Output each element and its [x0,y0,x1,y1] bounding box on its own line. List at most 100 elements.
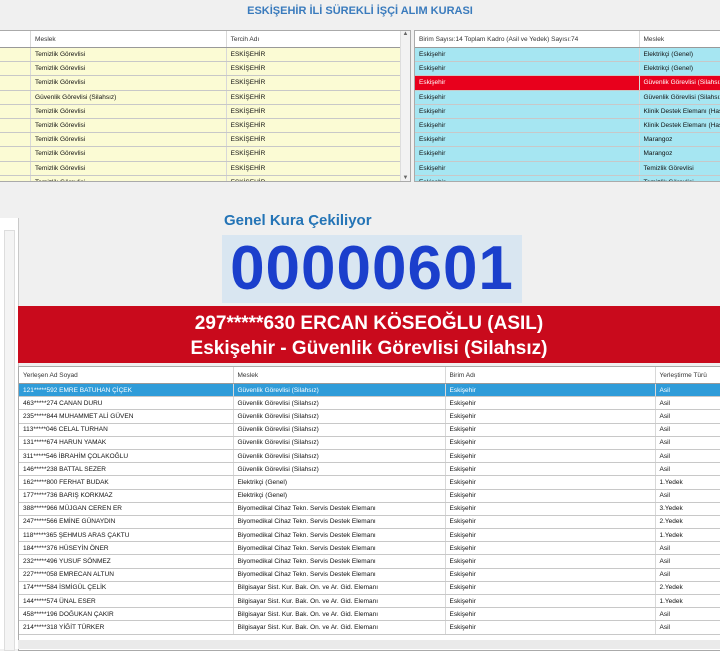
scroll-up-icon[interactable]: ▲ [401,31,410,37]
table-cell: Asil [655,396,720,411]
row-header-cell[interactable] [0,146,32,162]
table-row[interactable]: Temizlik GörevlisiESKİŞEHİR [0,146,410,162]
table-cell: Eskişehir [445,581,656,596]
table-row[interactable]: 162*****800 FERHAT BUDAK Elektrikçi (Gene… [19,475,720,490]
table-row[interactable]: Eskişehir Marangoz [415,132,720,148]
vertical-scrollbar[interactable] [4,230,15,651]
column-header-birim-adi[interactable]: Birim Adı [445,367,656,384]
table-row[interactable]: 235*****844 MUHAMMET ALİ GÜVEN Güvenlik G… [19,409,720,424]
table-row[interactable]: Temizlik GörevlisiESKİŞEHİR [0,75,410,91]
table-row[interactable]: 463*****274 CANAN DURU Güvenlik Görevlisi… [19,396,720,411]
table-row[interactable]: Güvenlik Görevlisi (Silahsız) ESKİŞEHİR [0,90,410,105]
column-header-meslek[interactable]: Meslek [639,31,720,48]
table-cell: Eskişehir [445,528,656,543]
table-cell: Güvenlik Görevlisi (Silahsız) [233,423,446,437]
table-cell: 162*****800 FERHAT BUDAK [19,475,234,490]
table-cell: Asil [655,462,720,477]
table-row[interactable]: Temizlik GörevlisiESKİŞEHİR [0,175,410,181]
table-cell: Asil [655,489,720,503]
table-row[interactable]: EskişehirTemizlik Görevlisi [415,175,720,181]
table-row[interactable]: Eskişehir Güvenlik Görevlisi (Silahsız) [415,75,720,91]
column-header-meslek[interactable]: Meslek [233,367,446,384]
table-row[interactable]: EskişehirTemizlik Görevlisi [415,161,720,176]
table-row[interactable]: 388*****966 MÜJGAN CEREN ER Biyomedikal C… [19,502,720,516]
row-header-cell[interactable] [0,175,32,181]
table-row[interactable]: 144*****574 ÜNAL ESER Bilgisayar Sist. Ku… [19,594,720,609]
table-row[interactable]: 227*****058 EMRECAN ALTUN Biyomedikal Cih… [19,568,720,582]
table-row[interactable]: Temizlik GörevlisiESKİŞEHİR [0,47,410,63]
table-cell: 227*****058 EMRECAN ALTUN [19,568,234,582]
table-row[interactable]: Eskişehir Elektrikçi (Genel) [415,47,720,63]
table-row[interactable]: Eskişehir Klinik Destek Elemanı (Hasta [415,118,720,134]
table-row[interactable]: Temizlik GörevlisiESKİŞEHİR [0,61,410,77]
table-row[interactable]: 146*****238 BATTAL SEZER Güvenlik Görevli… [19,462,720,477]
table-cell: Bilgisayar Sist. Kur. Bak. On. ve Ar. Gi… [233,607,446,622]
table-cell: Temizlik Görevlisi [30,61,227,77]
table-cell: Temizlik Görevlisi [30,161,227,176]
birim-grid[interactable]: Birim Sayısı:14 Toplam Kadro (Asil ve Ye… [414,30,720,182]
table-row[interactable]: 247*****566 EMİNE GÜNAYDIN Biyomedikal Ci… [19,515,720,530]
table-row[interactable]: Temizlik GörevlisiESKİŞEHİR [0,118,410,134]
table-cell: Asil [655,554,720,569]
table-row[interactable]: Eskişehir Elektrikçi (Genel) [415,61,720,77]
table-cell: Bilgisayar Sist. Kur. Bak. On. ve Ar. Gi… [233,620,446,635]
table-row[interactable]: 113*****046 CELAL TURHAN Güvenlik Görevli… [19,423,720,437]
table-cell: Marangoz [639,146,720,162]
table-cell: Güvenlik Görevlisi (Silahsız) [233,449,446,464]
table-row[interactable]: Temizlik GörevlisiESKİŞEHİR [0,161,410,176]
table-row[interactable]: 232*****496 YUSUF SÖNMEZ Biyomedikal Ciha… [19,554,720,569]
table-cell: Eskişehir [415,175,640,181]
table-row[interactable]: 177*****736 BARIŞ KORKMAZ Elektrikçi (Gen… [19,489,720,503]
table-cell: Eskişehir [445,462,656,477]
table-cell: 1.Yedek [655,528,720,543]
table-row[interactable]: 184*****376 HÜSEYİN ÖNER Biyomedikal Ciha… [19,541,720,556]
placement-grid[interactable]: Yerleşen Ad Soyad Meslek Birim Adı Yerle… [18,366,720,651]
table-cell: Eskişehir [445,515,656,530]
horizontal-scrollbar[interactable] [18,640,720,649]
table-cell: Biyomedikal Cihaz Tekn. Servis Destek El… [233,541,446,556]
table-cell: Temizlik Görevlisi [30,146,227,162]
vertical-scrollbar[interactable]: ▲ ▼ [400,31,410,181]
column-header-meslek[interactable]: Meslek [30,31,227,48]
table-cell: Eskişehir [415,90,640,105]
table-cell: ESKİŞEHİR [226,75,410,91]
table-row[interactable]: Temizlik GörevlisiESKİŞEHİR [0,104,410,119]
column-header-ad-soyad[interactable]: Yerleşen Ad Soyad [19,367,234,384]
column-header-tercih-adi[interactable]: Tercih Adı [226,31,410,48]
table-row[interactable]: 458*****196 DOĞUKAN ÇAKIR Bilgisayar Sist… [19,607,720,622]
table-cell: 2.Yedek [655,581,720,596]
table-row[interactable]: 118*****365 ŞEHMUS ARAS ÇAKTU Biyomedikal… [19,528,720,543]
table-row[interactable]: 311*****546 İBRAHİM ÇOLAKOĞLU Güvenlik Gö… [19,449,720,464]
row-header-cell[interactable] [0,161,32,176]
table-cell: Temizlik Görevlisi [30,47,227,63]
table-row[interactable]: Eskişehir Klinik Destek Elemanı (Hasta [415,104,720,119]
row-header-cell[interactable] [0,118,32,134]
table-cell: Eskişehir [445,383,656,398]
table-row[interactable]: 214*****318 YİĞİT TÜRKER Bilgisayar Sist.… [19,620,720,635]
table-row[interactable]: 131*****674 HARUN YAMAK Güvenlik Görevlis… [19,436,720,450]
table-cell: 311*****546 İBRAHİM ÇOLAKOĞLU [19,449,234,464]
table-row[interactable]: Eskişehir Güvenlik Görevlisi (Silahsız) [415,90,720,105]
table-row[interactable]: Eskişehir Marangoz [415,146,720,162]
table-row[interactable]: 121*****592 EMRE BATUHAN ÇİÇEK Güvenlik G… [19,383,720,398]
table-row[interactable]: 174*****584 İSMİGÜL ÇELİK Bilgisayar Sist… [19,581,720,596]
table-cell: Güvenlik Görevlisi (Silahsız) [233,396,446,411]
column-header-birim[interactable]: Birim Sayısı:14 Toplam Kadro (Asil ve Ye… [415,31,640,48]
row-header-cell[interactable] [0,104,32,119]
scroll-down-icon[interactable]: ▼ [401,175,410,181]
table-cell: Elektrikçi (Genel) [639,47,720,63]
row-header-cell[interactable] [0,90,32,105]
draw-status-label: Genel Kura Çekiliyor [224,212,372,229]
table-cell: Eskişehir [415,61,640,77]
row-header-cell[interactable] [0,75,32,91]
row-header-cell[interactable] [0,47,32,63]
table-cell: 177*****736 BARIŞ KORKMAZ [19,489,234,503]
tercih-grid[interactable]: Meslek Tercih Adı Temizlik Görevlisi ESKİ… [0,30,411,182]
table-cell: Güvenlik Görevlisi (Silahsız) [639,75,720,91]
row-header-cell[interactable] [0,132,32,148]
table-cell: Temizlik Görevlisi [30,175,227,181]
row-header-cell[interactable] [0,61,32,77]
table-cell: Eskişehir [445,568,656,582]
table-row[interactable]: Temizlik GörevlisiESKİŞEHİR [0,132,410,148]
column-header-yerlestirme-turu[interactable]: Yerleştirme Türü [655,367,720,384]
